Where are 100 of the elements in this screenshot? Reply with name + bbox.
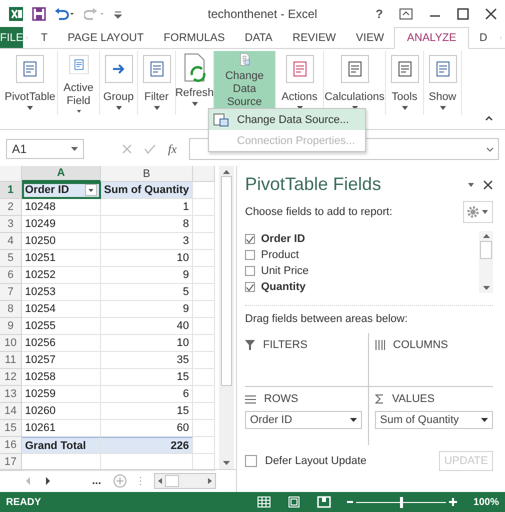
scroll-right-icon[interactable] [208, 478, 212, 484]
panel-options-icon[interactable] [467, 182, 475, 188]
area-field-dropdown[interactable]: Order ID [245, 411, 362, 429]
horizontal-scrollbar[interactable] [154, 473, 216, 489]
caret-icon [192, 102, 198, 106]
name-box[interactable]: A1 [6, 139, 84, 159]
table-cell: 9 [101, 267, 193, 284]
table-cell [193, 301, 215, 318]
table-cell: 1 [101, 199, 193, 216]
table-cell: 3 [101, 233, 193, 250]
filter-dropdown-icon[interactable] [85, 184, 97, 196]
row-header[interactable]: 2 [0, 199, 22, 216]
zoom-level[interactable]: 100% [473, 496, 499, 508]
ribbon-tab[interactable]: REVIEW [282, 27, 346, 48]
normal-view-icon[interactable] [257, 496, 272, 508]
row-header[interactable]: 1 [0, 182, 22, 199]
ribbon-tab[interactable]: PAGE LAYOUT [58, 27, 154, 48]
status-text: READY [6, 496, 42, 508]
row-header[interactable]: 15 [0, 420, 22, 437]
page-layout-icon[interactable] [287, 496, 302, 508]
table-cell: 15 [101, 369, 193, 386]
field-checkbox[interactable]: Order ID [245, 231, 479, 247]
table-cell: 15 [101, 403, 193, 420]
ribbon-button[interactable]: Active Field [58, 51, 100, 115]
area-field-dropdown[interactable]: Sum of Quantity [375, 411, 493, 429]
ribbon-button[interactable]: Tools [386, 51, 424, 115]
field-checkbox[interactable]: Unit Price [245, 263, 479, 279]
customize-icon[interactable] [114, 8, 122, 18]
ribbon-tab[interactable]: T [30, 27, 58, 48]
close-icon[interactable] [483, 180, 493, 190]
ribbon-button[interactable]: Group [100, 51, 138, 115]
vertical-scrollbar[interactable] [219, 166, 234, 469]
row-header[interactable]: 14 [0, 403, 22, 420]
table-cell [193, 454, 215, 471]
table-cell: 10253 [22, 284, 101, 301]
table-cell [193, 284, 215, 301]
scroll-left-icon[interactable] [158, 478, 162, 484]
row-header[interactable]: 13 [0, 386, 22, 403]
row-header[interactable]: 5 [0, 250, 22, 267]
table-cell: 10251 [22, 250, 101, 267]
table-cell [193, 437, 215, 454]
field-list-scrollbar[interactable] [479, 231, 493, 293]
ribbon-display-icon[interactable] [399, 8, 413, 20]
table-cell [193, 250, 215, 267]
area-label: FILTERS [263, 339, 308, 351]
field-checkbox[interactable]: Product [245, 247, 479, 263]
maximize-icon[interactable] [457, 8, 469, 20]
ribbon-button[interactable]: Show [424, 51, 462, 115]
caret-icon [481, 418, 488, 422]
ribbon-tab[interactable]: ANALYZE [394, 27, 470, 49]
ribbon-button[interactable]: PivotTable [3, 51, 58, 115]
column-header[interactable]: B [101, 166, 193, 182]
defer-checkbox[interactable]: Defer Layout Update [245, 455, 367, 467]
settings-button[interactable] [463, 201, 493, 223]
data-source-icon [213, 112, 229, 126]
row-header[interactable]: 12 [0, 369, 22, 386]
field-checkbox[interactable]: Quantity [245, 279, 479, 295]
scroll-up-icon[interactable] [482, 234, 490, 238]
row-header[interactable]: 7 [0, 284, 22, 301]
close-icon[interactable] [485, 8, 497, 20]
zoom-in-icon[interactable] [449, 498, 458, 506]
expand-icon[interactable] [486, 146, 494, 152]
row-header[interactable]: 8 [0, 301, 22, 318]
table-cell: 9 [101, 301, 193, 318]
scroll-up-icon[interactable] [223, 170, 230, 174]
scroll-down-icon[interactable] [482, 286, 490, 290]
ribbon-tab[interactable]: DATA [234, 27, 283, 48]
zoom-slider-thumb[interactable] [400, 496, 404, 508]
next-sheet-icon[interactable] [44, 476, 52, 486]
insert-function-button[interactable]: fx [168, 142, 177, 156]
row-header[interactable]: 6 [0, 267, 22, 284]
column-header[interactable]: A [22, 166, 101, 182]
table-cell: 10260 [22, 403, 101, 420]
table-cell: 35 [101, 352, 193, 369]
row-header[interactable]: 3 [0, 216, 22, 233]
menu-item[interactable]: Change Data Source... [209, 109, 365, 130]
row-header[interactable]: 10 [0, 335, 22, 352]
formula-field[interactable] [188, 138, 499, 160]
ribbon-tab[interactable]: VIEW [346, 27, 394, 48]
more-sheets[interactable]: ... [92, 475, 102, 487]
table-cell: 10257 [22, 352, 101, 369]
window-title: techonthenet - Excel [206, 6, 318, 20]
scroll-down-icon[interactable] [223, 461, 230, 465]
collapse-ribbon-icon[interactable] [485, 115, 493, 121]
undo-icon[interactable] [54, 6, 76, 20]
row-header[interactable]: 17 [0, 454, 22, 471]
area-label: COLUMNS [393, 339, 448, 351]
page-break-icon[interactable] [317, 496, 332, 508]
caret-icon [27, 106, 33, 110]
ribbon-tab[interactable]: FORMULAS [154, 27, 235, 48]
table-cell [193, 267, 215, 284]
row-header[interactable]: 11 [0, 352, 22, 369]
save-icon[interactable] [32, 6, 46, 20]
help-button[interactable]: ? [376, 6, 383, 20]
ribbon-tab[interactable]: D [469, 27, 498, 48]
row-header[interactable]: 9 [0, 318, 22, 335]
ribbon-button[interactable]: Filter [138, 51, 176, 115]
row-header[interactable]: 16 [0, 437, 22, 454]
row-header[interactable]: 4 [0, 233, 22, 250]
file-tab[interactable]: FILE [0, 27, 24, 48]
